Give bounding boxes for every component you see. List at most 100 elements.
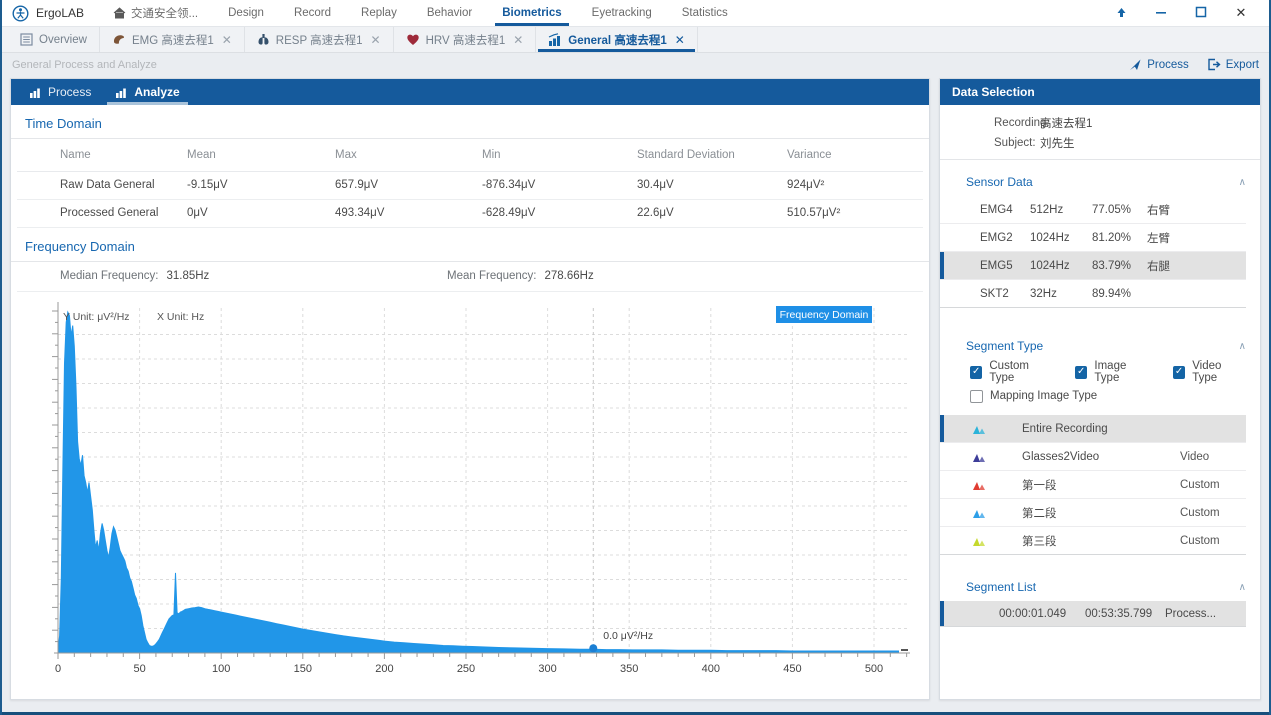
svg-text:Y Unit: μV²/Hz: Y Unit: μV²/Hz [63, 311, 130, 323]
menu-item-label: Statistics [682, 7, 728, 19]
tab-label: Overview [39, 34, 87, 46]
frequency-spectrum-chart[interactable]: 050100150200250300350400450500Y Unit: μV… [24, 298, 925, 685]
svg-text:200: 200 [375, 663, 393, 675]
tab-label: HRV 高速去程1 [426, 32, 506, 48]
table-header-row: Name Mean Max Min Standard Deviation Var… [17, 139, 923, 171]
col-header-max: Max [335, 139, 482, 171]
bar-chart-icon [29, 86, 42, 98]
export-icon [1207, 58, 1221, 71]
segment-icon [972, 507, 986, 519]
collapse-up-icon[interactable] [1101, 6, 1141, 21]
tab-label: EMG 高速去程1 [132, 32, 214, 48]
chevron-up-icon[interactable]: ∧ [1239, 341, 1246, 352]
tab-emg[interactable]: EMG 高速去程1 ✕ [100, 27, 245, 52]
custom-type-filter[interactable]: ✓ Custom Type [970, 360, 1053, 384]
col-header-mean: Mean [187, 139, 335, 171]
menu-item-label: Behavior [427, 7, 472, 19]
home-icon [113, 7, 126, 19]
menu-item-label: Eyetracking [592, 7, 652, 19]
svg-text:300: 300 [538, 663, 556, 675]
sensor-row-skt2[interactable]: SKT232Hz89.94% [940, 280, 1246, 308]
minimize-icon[interactable] [1141, 6, 1181, 21]
menu-item-eyetracking[interactable]: Eyetracking [577, 0, 667, 26]
segment-rows: Entire Recording Glasses2Video Video 第一段… [940, 415, 1260, 555]
segment-row-entire-recording[interactable]: Entire Recording [940, 415, 1246, 443]
time-domain-table: Name Mean Max Min Standard Deviation Var… [17, 139, 923, 228]
table-row: Processed General 0μV 493.34μV -628.49μV… [17, 199, 923, 227]
image-type-filter[interactable]: ✓ Image Type [1075, 360, 1151, 384]
mean-frequency-value: 278.66Hz [545, 270, 594, 282]
menu-item-replay[interactable]: Replay [346, 0, 412, 26]
menu-item-biometrics[interactable]: Biometrics [487, 0, 576, 26]
menu-item-design[interactable]: Design [213, 0, 279, 26]
segment-list-row[interactable]: 00:00:01.049 00:53:35.799 Process... [940, 601, 1246, 627]
export-button[interactable]: Export [1207, 58, 1259, 71]
checkbox-image-type[interactable]: ✓ [1075, 366, 1087, 379]
segment-row-glasses2video[interactable]: Glasses2Video Video [940, 443, 1246, 471]
tab-close-icon[interactable]: ✕ [222, 33, 232, 47]
process-button-label: Process [1147, 59, 1189, 71]
segment-type-filters-row2: ✓ Mapping Image Type [940, 384, 1260, 408]
analysis-panel: Process Analyze Time Domain Name Mean Ma… [10, 78, 930, 700]
col-header-std: Standard Deviation [637, 139, 787, 171]
sensor-row-emg2[interactable]: EMG21024Hz81.20%左臂 [940, 224, 1246, 252]
subject-value: 刘先生 [1040, 135, 1075, 151]
chevron-up-icon[interactable]: ∧ [1239, 177, 1246, 188]
segment-end-time: 00:53:35.799 [1085, 608, 1165, 620]
median-frequency-value: 31.85Hz [166, 270, 209, 282]
menu-item-statistics[interactable]: Statistics [667, 0, 743, 26]
col-header-min: Min [482, 139, 637, 171]
menu-item-label: Biometrics [502, 7, 561, 19]
window-controls: ✕ [1101, 0, 1269, 26]
sensor-list: EMG4512Hz77.05%右臂 EMG21024Hz81.20%左臂 EMG… [940, 196, 1260, 308]
maximize-icon[interactable] [1181, 6, 1221, 21]
process-button[interactable]: Process [1129, 58, 1189, 71]
table-row: Raw Data General -9.15μV 657.9μV -876.34… [17, 171, 923, 199]
segment-row-3[interactable]: 第三段 Custom [940, 527, 1246, 555]
segment-type-title: Segment Type [966, 339, 1043, 353]
content-area: Process Analyze Time Domain Name Mean Ma… [2, 76, 1269, 712]
brand-name: ErgoLAB [36, 6, 84, 20]
toolbar: Process Export [1129, 58, 1259, 71]
close-icon[interactable]: ✕ [1221, 5, 1261, 21]
segment-row-2[interactable]: 第二段 Custom [940, 499, 1246, 527]
checkbox-custom-type[interactable]: ✓ [970, 366, 982, 379]
segment-list-section-header: Segment List ∧ [940, 573, 1260, 601]
svg-text:250: 250 [457, 663, 475, 675]
resp-lungs-icon [257, 33, 270, 46]
analysis-tab-bar: Process Analyze [11, 79, 929, 105]
checkbox-video-type[interactable]: ✓ [1173, 366, 1185, 379]
menu-item-behavior[interactable]: Behavior [412, 0, 487, 26]
tab-close-icon[interactable]: ✕ [513, 33, 523, 47]
mean-frequency: Mean Frequency: 278.66Hz [447, 270, 594, 282]
recording-row: Recording: 高速去程1 [940, 113, 1260, 133]
app-brand: ErgoLAB [2, 0, 98, 26]
emg-muscle-icon [112, 33, 126, 46]
mapping-image-type-filter[interactable]: ✓ Mapping Image Type [970, 390, 1097, 403]
tab-label: Analyze [134, 85, 179, 99]
tab-general[interactable]: General 高速去程1 ✕ [536, 27, 697, 52]
segment-row-1[interactable]: 第一段 Custom [940, 471, 1246, 499]
svg-text:150: 150 [294, 663, 312, 675]
tab-hrv[interactable]: HRV 高速去程1 ✕ [394, 27, 537, 52]
sensor-data-title: Sensor Data [966, 175, 1033, 189]
tab-analyze[interactable]: Analyze [103, 79, 191, 105]
tab-close-icon[interactable]: ✕ [675, 33, 685, 47]
checkbox-mapping-image-type[interactable]: ✓ [970, 390, 983, 403]
menu-item-home-project[interactable]: 交通安全领... [98, 0, 213, 26]
tab-close-icon[interactable]: ✕ [371, 33, 381, 47]
tab-resp[interactable]: RESP 高速去程1 ✕ [245, 27, 394, 52]
svg-text:450: 450 [783, 663, 801, 675]
subject-row: Subject: 刘先生 [940, 133, 1260, 153]
frequency-domain-heading: Frequency Domain [11, 228, 929, 262]
frequency-stats-row: Median Frequency: 31.85Hz Mean Frequency… [17, 262, 923, 292]
document-tab-bar: Overview EMG 高速去程1 ✕ RESP 高速去程1 ✕ HRV 高速… [2, 27, 1269, 53]
chevron-up-icon[interactable]: ∧ [1239, 582, 1246, 593]
sensor-row-emg5[interactable]: EMG51024Hz83.79%右腿 [940, 252, 1246, 280]
svg-text:500: 500 [865, 663, 883, 675]
menu-item-record[interactable]: Record [279, 0, 346, 26]
tab-overview[interactable]: Overview [8, 27, 100, 52]
tab-process[interactable]: Process [17, 79, 103, 105]
sensor-row-emg4[interactable]: EMG4512Hz77.05%右臂 [940, 196, 1246, 224]
video-type-filter[interactable]: ✓ Video Type [1173, 360, 1246, 384]
